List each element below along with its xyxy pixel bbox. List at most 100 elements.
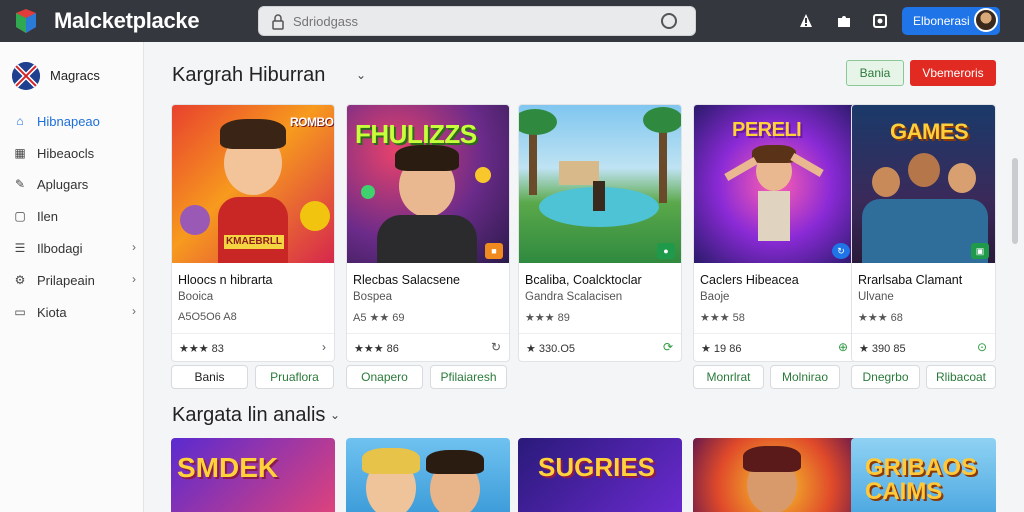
sidebar-item-folder[interactable]: ▭ Kiota › bbox=[12, 301, 140, 323]
app-card[interactable]: PERELI ↻ Caclers Hibeacea Baoje ★★★ 58 ★… bbox=[693, 104, 857, 362]
app-title: Rlecbas Salacsene bbox=[353, 273, 461, 287]
app-rating: ★★★ 83 bbox=[179, 343, 224, 355]
app-thumbnail[interactable]: FHULIZZS ■ bbox=[347, 105, 509, 263]
pill-button[interactable]: Dnegrbo bbox=[851, 365, 920, 389]
thumbnail-text: FHULIZZS bbox=[355, 119, 477, 149]
list-icon: ☰ bbox=[14, 241, 26, 255]
app-meta: ★★★ 68 bbox=[858, 312, 903, 324]
badge-icon: ■ bbox=[485, 243, 503, 259]
chevron-down-icon[interactable]: ⌄ bbox=[356, 68, 366, 82]
app-thumbnail[interactable] bbox=[346, 438, 510, 512]
filter-button[interactable]: Bania bbox=[846, 60, 904, 86]
app-card[interactable]: ● Bcaliba, Coalcktoclar Gandra Scalacise… bbox=[518, 104, 682, 362]
folder-icon: ▭ bbox=[14, 305, 26, 319]
thumbnail-text: GAMES bbox=[890, 119, 969, 144]
app-developer: Gandra Scalacisen bbox=[525, 291, 623, 303]
sidebar-item-calendar[interactable]: ▦ Hibeaocls bbox=[12, 142, 140, 164]
voice-search-icon[interactable] bbox=[661, 13, 677, 29]
app-thumbnail[interactable]: GRIBAOS CAIMS bbox=[851, 438, 996, 512]
app-developer: Bospea bbox=[353, 291, 393, 303]
download-icon[interactable]: ⊙ bbox=[977, 340, 987, 354]
sidebar-item-label: Kiota bbox=[37, 304, 67, 320]
card-footer: ★ 19 86 ⊕ bbox=[694, 333, 856, 361]
share-icon[interactable] bbox=[870, 11, 890, 31]
avatar[interactable] bbox=[974, 8, 998, 32]
sidebar-item-ilen[interactable]: ▢ Ilen bbox=[12, 205, 140, 227]
pill-button[interactable]: Banis bbox=[171, 365, 248, 389]
notification-icon[interactable] bbox=[796, 11, 816, 31]
search-box[interactable] bbox=[258, 6, 696, 36]
sync-icon[interactable]: ⟳ bbox=[663, 340, 673, 354]
badge-icon: ↻ bbox=[832, 243, 850, 259]
app-card[interactable]: KMAEBRLL ROMBO Hloocs n hibrarta Booica … bbox=[171, 104, 335, 362]
section-title: Kargata lin analis bbox=[172, 404, 326, 426]
primary-action-button[interactable]: Vbemeroris bbox=[910, 60, 996, 86]
app-card[interactable]: FHULIZZS ■ Rlecbas Salacsene Bospea A5 ★… bbox=[346, 104, 510, 362]
app-meta: A5 ★★ 69 bbox=[353, 312, 405, 324]
sidebar-item-label: Aplugars bbox=[37, 176, 89, 192]
install-icon[interactable]: ⊕ bbox=[838, 340, 848, 354]
sidebar-item-home[interactable]: ⌂ Hibnapeao bbox=[12, 110, 140, 132]
app-thumbnail[interactable]: SMDEK bbox=[171, 438, 335, 512]
thumbnail-text: ROMBO bbox=[290, 115, 334, 129]
chevron-right-icon[interactable]: › bbox=[322, 340, 326, 354]
pill-button[interactable]: Monrlrat bbox=[693, 365, 764, 389]
app-rating: ★★★ 86 bbox=[354, 343, 399, 355]
app-thumbnail[interactable] bbox=[693, 438, 857, 512]
app-developer: Booica bbox=[178, 291, 214, 303]
brand-flag-icon bbox=[12, 62, 40, 90]
sidebar-item-settings[interactable]: ⚙ Prilapeain › bbox=[12, 269, 140, 291]
app-thumbnail[interactable]: SUGRIES bbox=[518, 438, 682, 512]
app-title: Bcaliba, Coalcktoclar bbox=[525, 273, 642, 287]
app-title: Caclers Hibeacea bbox=[700, 273, 799, 287]
app-rating: ★ 19 86 bbox=[701, 343, 742, 355]
app-rating: ★ 390 85 bbox=[859, 343, 906, 355]
app-developer: Ulvane bbox=[858, 291, 894, 303]
pill-button[interactable]: Onapero bbox=[346, 365, 423, 389]
sidebar-item-label: Hibnapeao bbox=[37, 113, 100, 129]
sign-in-label: Elbonerasi bbox=[913, 14, 970, 28]
pill-button[interactable]: Pruaflora bbox=[255, 365, 334, 389]
thumbnail-text: PERELI bbox=[732, 119, 802, 141]
app-meta: ★★★ 89 bbox=[525, 312, 570, 324]
gear-icon: ⚙ bbox=[14, 273, 26, 287]
app-thumbnail[interactable]: GAMES ▣ bbox=[852, 105, 995, 263]
puzzle-icon: ✎ bbox=[14, 177, 26, 191]
refresh-icon[interactable]: ↻ bbox=[491, 340, 501, 354]
scrollbar[interactable] bbox=[1012, 158, 1018, 244]
sidebar-item-label: Hibeaocls bbox=[37, 145, 95, 161]
app-card[interactable]: GAMES ▣ Rrarlsaba Clamant Ulvane ★★★ 68 … bbox=[851, 104, 996, 362]
sidebar-item-apps[interactable]: ✎ Aplugars bbox=[12, 173, 140, 195]
app-thumbnail[interactable]: PERELI ↻ bbox=[694, 105, 856, 263]
calendar-icon: ▦ bbox=[14, 146, 26, 160]
chevron-right-icon: › bbox=[132, 272, 136, 286]
chevron-down-icon[interactable]: ⌄ bbox=[330, 408, 340, 422]
app-title: Malcketplacke bbox=[54, 8, 200, 33]
search-input[interactable] bbox=[293, 11, 653, 31]
chevron-right-icon: › bbox=[132, 304, 136, 318]
pill-button[interactable]: Rlibacoat bbox=[926, 365, 996, 389]
thumbnail-text: GRIBAOS CAIMS bbox=[865, 454, 978, 505]
card-footer: ★ 330.O5 ⟳ bbox=[519, 333, 681, 361]
puzzle-icon[interactable] bbox=[834, 11, 854, 31]
sidebar-item-label: Ilbodagi bbox=[37, 240, 83, 256]
logo-icon bbox=[16, 9, 36, 33]
chevron-right-icon: › bbox=[132, 240, 136, 254]
lock-icon bbox=[272, 14, 284, 30]
pill-button[interactable]: Pfilaiaresh bbox=[430, 365, 507, 389]
app-thumbnail[interactable]: ● bbox=[519, 105, 681, 263]
app-rating: ★ 330.O5 bbox=[526, 343, 576, 355]
home-icon: ⌂ bbox=[16, 114, 24, 128]
app-thumbnail[interactable]: KMAEBRLL ROMBO bbox=[172, 105, 334, 263]
section-title: Kargrah Hiburran bbox=[172, 64, 326, 86]
sidebar-item-list[interactable]: ☰ Ilbodagi › bbox=[12, 237, 140, 259]
app-title: Hloocs n hibrarta bbox=[178, 273, 273, 287]
sidebar-item-label: Prilapeain bbox=[37, 272, 95, 288]
sidebar-item-label: Ilen bbox=[37, 208, 58, 224]
square-icon: ▢ bbox=[14, 209, 26, 223]
badge-icon: ▣ bbox=[971, 243, 989, 259]
app-title: Rrarlsaba Clamant bbox=[858, 273, 963, 287]
sidebar: Magracs ⌂ Hibnapeao ▦ Hibeaocls ✎ Apluga… bbox=[0, 42, 144, 512]
pill-button[interactable]: Molnirao bbox=[770, 365, 840, 389]
card-footer: ★★★ 83 › bbox=[172, 333, 334, 361]
